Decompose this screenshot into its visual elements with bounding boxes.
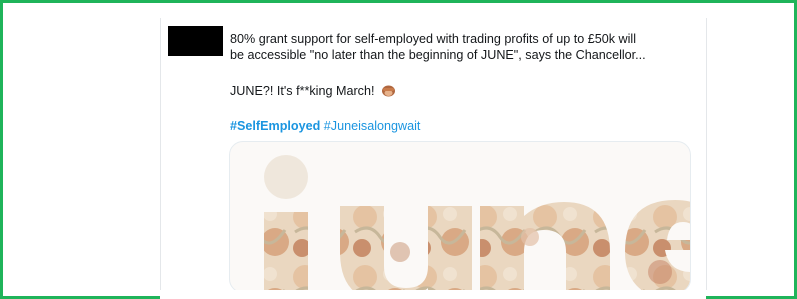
tweet-text-line-1: 80% grant support for self-employed with… <box>230 32 637 46</box>
june-floral-illustration <box>264 155 690 292</box>
tweet-text-line-2: be accessible "no later than the beginni… <box>230 48 646 62</box>
see-no-evil-icon <box>381 84 396 97</box>
tweet-media-image[interactable] <box>229 141 691 293</box>
redacted-avatar <box>168 26 223 56</box>
viewport-clip <box>160 290 706 299</box>
hashtag-juneisalongwait[interactable]: #Juneisalongwait <box>324 119 421 133</box>
hashtag-selfemployed[interactable]: #SelfEmployed <box>230 119 320 133</box>
tweet-reaction: JUNE?! It's f**king March! <box>230 84 396 98</box>
tweet-hashtags: #SelfEmployed #Juneisalongwait <box>230 119 420 133</box>
tweet-text: 80% grant support for self-employed with… <box>230 31 700 63</box>
tweet-reaction-text: JUNE?! It's f**king March! <box>230 84 375 98</box>
